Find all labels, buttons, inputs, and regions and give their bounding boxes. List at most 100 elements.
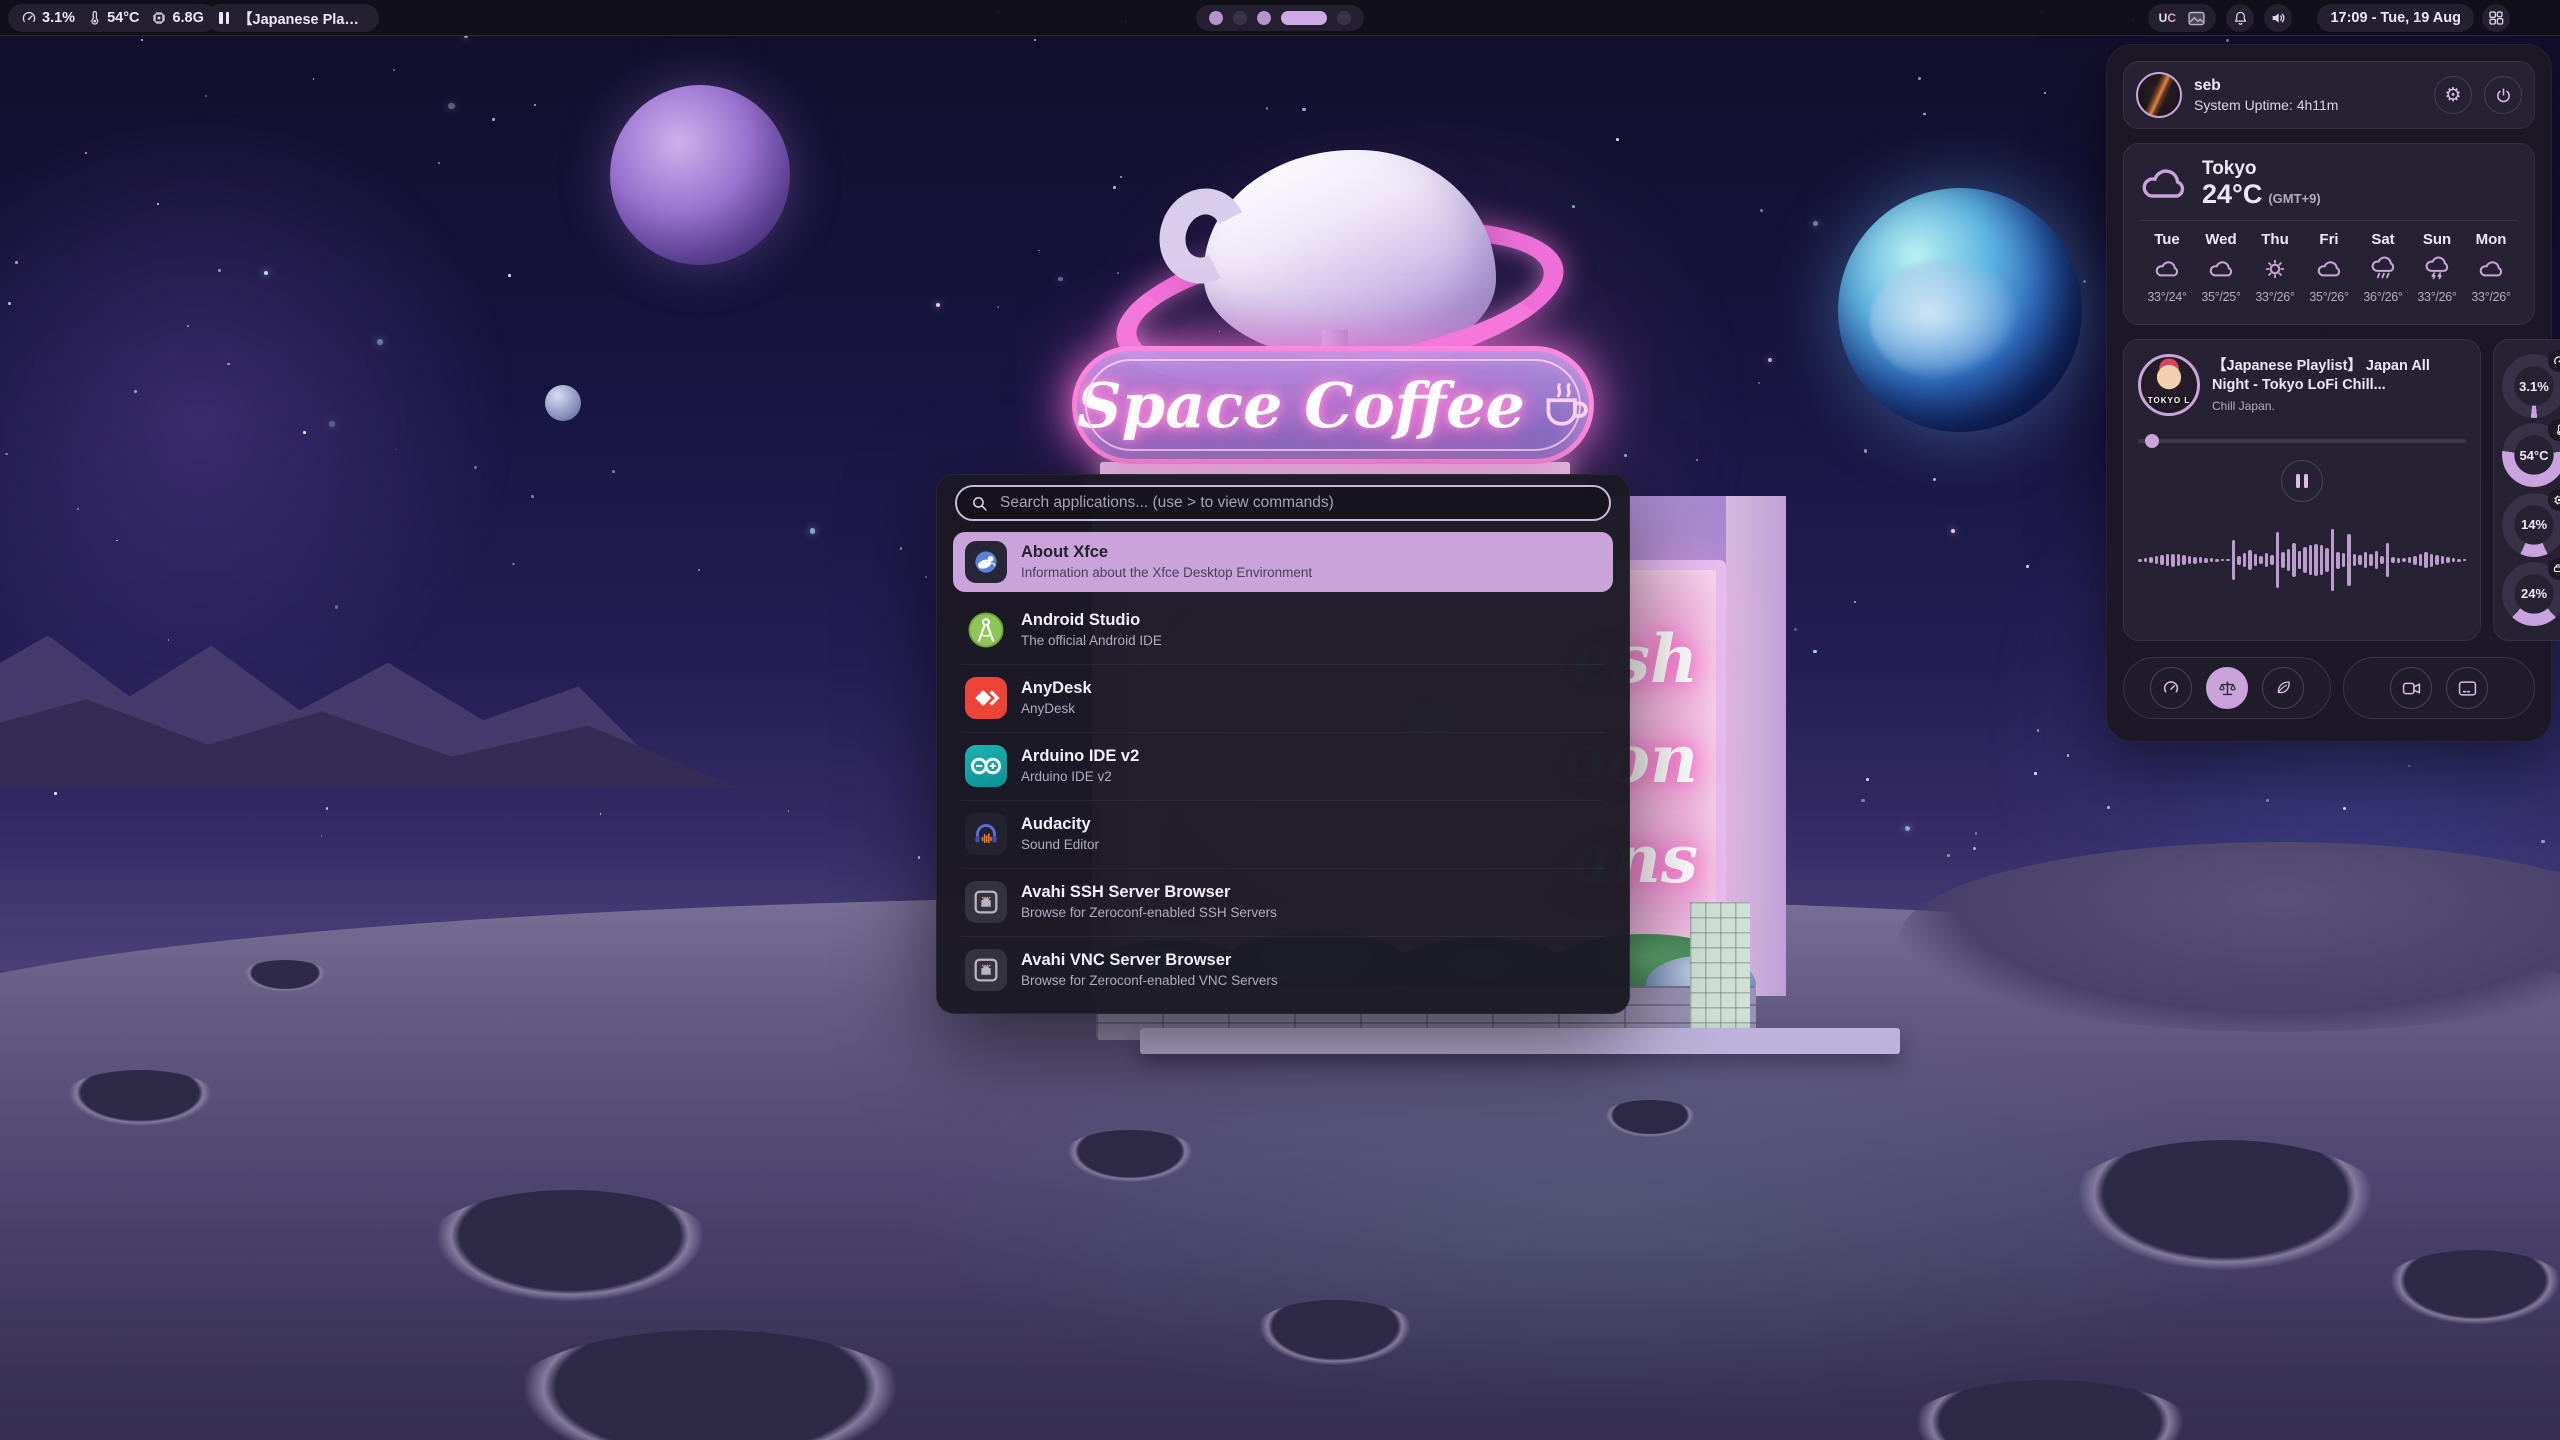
- heavy-rain-icon: [2410, 254, 2464, 284]
- workspace-dot[interactable]: [1233, 11, 1247, 25]
- forecast-temps: 33°/26°: [2464, 290, 2518, 304]
- track-subtitle: Chill Japan.: [2212, 399, 2466, 413]
- track-title: 【Japanese Playlist】 Japan All Night - To…: [2212, 357, 2466, 395]
- pause-icon: [2296, 474, 2300, 488]
- cloud-icon: [2140, 254, 2194, 284]
- network-port-icon: [965, 949, 1007, 991]
- control-center-panel: seb System Uptime: 4h11m ⚙ Tokyo 24°C (G…: [2106, 44, 2552, 742]
- media-player-widget: TOKYO L 【Japanese Playlist】 Japan All Ni…: [2123, 339, 2481, 641]
- app-row-avahi-vnc[interactable]: Avahi VNC Server Browser Browse for Zero…: [953, 940, 1613, 1000]
- anydesk-icon: [965, 677, 1007, 719]
- clock-label: 17:09 - Tue, 19 Aug: [2330, 10, 2461, 26]
- app-description: Information about the Xfce Desktop Envir…: [1021, 565, 1312, 582]
- seek-bar[interactable]: [2138, 434, 2466, 448]
- rain-icon: [2356, 254, 2410, 284]
- performance-profile-button[interactable]: [2150, 667, 2192, 709]
- neon-cup-icon: [1539, 376, 1589, 434]
- cpu-value: 3.1%: [42, 10, 75, 26]
- crater: [420, 1190, 720, 1310]
- forecast-temps: 36°/26°: [2356, 290, 2410, 304]
- seek-track: [2138, 439, 2466, 443]
- forecast-temps: 35°/26°: [2302, 290, 2356, 304]
- workspace-indicator[interactable]: [1196, 5, 1364, 31]
- app-row-anydesk[interactable]: AnyDesk AnyDesk: [953, 668, 1613, 728]
- small-moon: [545, 385, 581, 421]
- crater: [240, 960, 330, 994]
- app-name: Audacity: [1021, 814, 1099, 835]
- screen-icon: [2458, 680, 2477, 697]
- app-row-about-xfce[interactable]: About Xfce Information about the Xfce De…: [953, 532, 1613, 592]
- app-row-audacity[interactable]: Audacity Sound Editor: [953, 804, 1613, 864]
- mem-value: 6.8G: [172, 10, 203, 26]
- album-art[interactable]: TOKYO L: [2138, 354, 2200, 416]
- shop-step: [1140, 1028, 1900, 1054]
- temp-stat: 54°C: [87, 10, 139, 26]
- notifications-button[interactable]: [2226, 4, 2254, 32]
- desktop: esh oon ans Space Coffee: [0, 0, 2560, 1440]
- search-input[interactable]: [998, 493, 1595, 513]
- weather-timezone: (GMT+9): [2268, 191, 2320, 206]
- speedometer-icon: [2162, 679, 2180, 697]
- forecast-day-label: Sun: [2410, 231, 2464, 248]
- gear-icon: ⚙: [2444, 86, 2461, 105]
- app-launcher: About Xfce Information about the Xfce De…: [936, 474, 1630, 1014]
- app-row-avahi-ssh[interactable]: Avahi SSH Server Browser Browse for Zero…: [953, 872, 1613, 932]
- android-studio-icon: [965, 609, 1007, 651]
- forecast-day-label: Mon: [2464, 231, 2518, 248]
- user-card: seb System Uptime: 4h11m ⚙: [2123, 61, 2535, 129]
- space-coffee-sign: Space Coffee: [1072, 346, 1594, 464]
- purple-planet: [610, 85, 790, 265]
- app-row-android-studio[interactable]: Android Studio The official Android IDE: [953, 600, 1613, 660]
- now-playing-pill[interactable]: 【Japanese Playlist】 J...: [206, 4, 379, 32]
- bell-icon: [2233, 10, 2248, 26]
- volume-button[interactable]: [2264, 4, 2292, 32]
- tray-pill[interactable]: UC: [2148, 4, 2216, 32]
- earth-clouds: [1870, 260, 2020, 380]
- screenshot-button[interactable]: [2446, 667, 2488, 709]
- forecast-temps: 35°/25°: [2194, 290, 2248, 304]
- avatar[interactable]: [2136, 72, 2182, 118]
- audacity-icon: [965, 813, 1007, 855]
- cpu-stat: 3.1%: [21, 10, 75, 26]
- forecast-temps: 33°/26°: [2410, 290, 2464, 304]
- app-row-arduino[interactable]: Arduino IDE v2 Arduino IDE v2: [953, 736, 1613, 796]
- capture-group: [2343, 657, 2535, 719]
- forecast-day: Thu33°/26°: [2248, 231, 2302, 304]
- app-name: Avahi VNC Server Browser: [1021, 950, 1278, 971]
- leaf-icon: [2274, 679, 2292, 697]
- app-description: AnyDesk: [1021, 701, 1092, 718]
- forecast-day: Tue33°/24°: [2140, 231, 2194, 304]
- image-tray-icon: [2188, 11, 2205, 26]
- system-stats-pill[interactable]: 3.1% 54°C 6.8G: [8, 4, 217, 32]
- pause-button[interactable]: [2281, 460, 2323, 502]
- xfce-mouse-icon: [965, 541, 1007, 583]
- forecast-day-label: Thu: [2248, 231, 2302, 248]
- pause-icon: [219, 12, 229, 24]
- powersaver-profile-button[interactable]: [2262, 667, 2304, 709]
- settings-button[interactable]: ⚙: [2434, 76, 2472, 114]
- chip-icon: [151, 10, 167, 26]
- cloud-icon: [2464, 254, 2518, 284]
- balanced-profile-button[interactable]: [2206, 667, 2248, 709]
- forecast-day-label: Tue: [2140, 231, 2194, 248]
- video-camera-icon: [2402, 680, 2421, 697]
- weather-temp: 24°C: [2202, 180, 2262, 208]
- temperature-gauge: 54°C: [2502, 423, 2560, 487]
- workspace-dot[interactable]: [1257, 11, 1271, 25]
- speaker-icon: [2270, 10, 2286, 26]
- scales-icon: [2218, 679, 2237, 698]
- workspace-dot[interactable]: [1337, 11, 1351, 25]
- tray-glyph-icon: UC: [2159, 11, 2176, 25]
- workspace-dot[interactable]: [1209, 11, 1223, 25]
- screen-record-button[interactable]: [2390, 667, 2432, 709]
- app-name: About Xfce: [1021, 542, 1312, 563]
- waveform-visualizer: [2138, 512, 2466, 608]
- seek-thumb[interactable]: [2145, 434, 2159, 448]
- launcher-search[interactable]: [955, 485, 1611, 521]
- power-button[interactable]: [2484, 76, 2522, 114]
- uptime-label: System Uptime: 4h11m: [2194, 97, 2422, 113]
- power-profile-group: [2123, 657, 2331, 719]
- workspace-dot[interactable]: [1281, 11, 1327, 25]
- app-grid-button[interactable]: [2482, 4, 2510, 32]
- clock-pill[interactable]: 17:09 - Tue, 19 Aug: [2317, 4, 2474, 32]
